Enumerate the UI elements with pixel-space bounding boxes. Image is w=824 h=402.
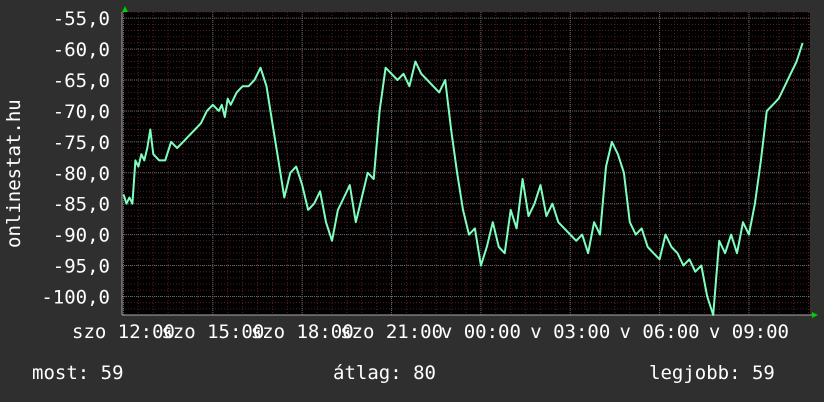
x-axis: szo 12:00szo 15:00szo 18:00szo 21:00v 00… [72,321,789,343]
y-tick-label: -90,0 [53,225,110,247]
x-tick-label: v 00:00 [441,321,521,343]
y-tick-label: -60,0 [53,39,110,61]
chart: onlinestat.hu -55,0-60,0-65,0-70,0-75,0-… [3,6,818,343]
x-tick-label: szo 15:00 [161,321,264,343]
y-tick-label: -80,0 [53,163,110,185]
grid [121,11,812,316]
y-axis-label: onlinestat.hu [3,99,25,248]
y-tick-label: -85,0 [53,194,110,216]
x-tick-label: szo 21:00 [340,321,443,343]
y-axis: -55,0 -60,0 -65,0 -70,0 -75,0 -80,0 -85,0 -90,0… [41,8,110,308]
x-tick-label: szo 18:00 [251,321,354,343]
footer-best: legjobb: 59 [649,362,775,384]
y-tick-label: -75,0 [53,132,110,154]
footer-current: most: 59 [32,362,124,384]
x-axis-arrow [812,312,818,318]
x-tick-label: v 03:00 [530,321,610,343]
x-tick-label: szo 12:00 [72,321,175,343]
footer-average: átlag: 80 [333,362,436,384]
x-tick-label: v 09:00 [709,321,789,343]
y-tick-label: -55,0 [53,8,110,30]
y-tick-label: -70,0 [53,101,110,123]
y-tick-label: -95,0 [53,256,110,278]
y-tick-label: -100,0 [41,286,110,308]
x-tick-label: v 06:00 [620,321,700,343]
y-tick-label: -65,0 [53,70,110,92]
y-axis-arrow [122,6,128,12]
